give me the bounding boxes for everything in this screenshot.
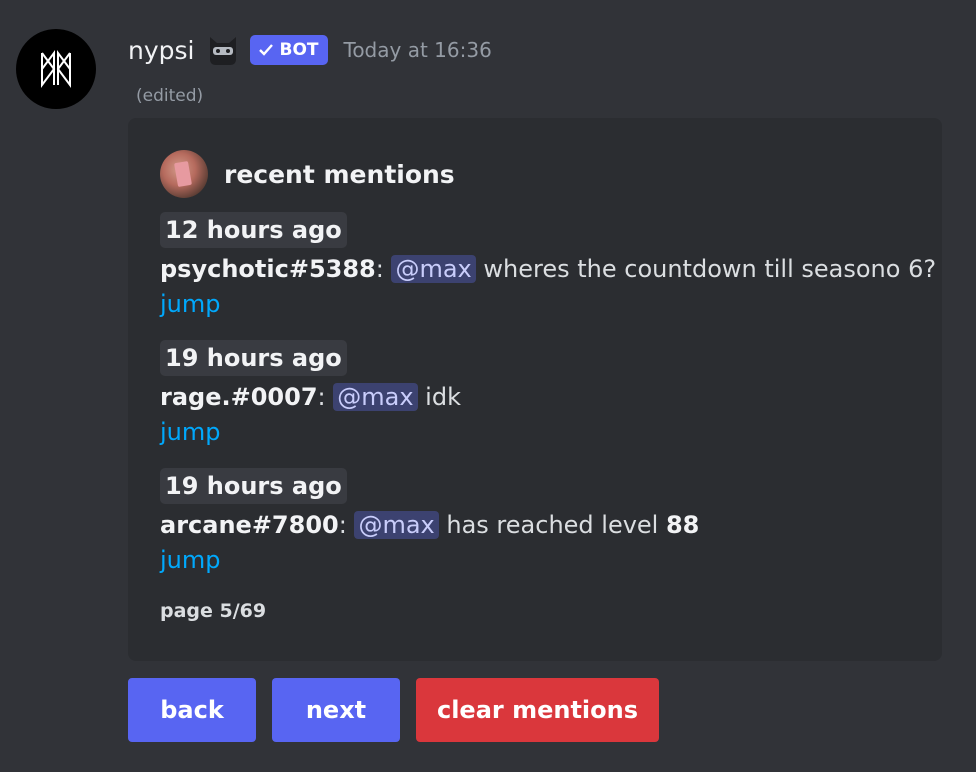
action-row: back next clear mentions (128, 678, 659, 742)
back-button[interactable]: back (128, 678, 256, 742)
bot-badge-label: BOT (279, 40, 319, 60)
user-mention[interactable]: @max (354, 511, 439, 539)
mention-author: arcane#7800 (160, 511, 339, 539)
mention-text: has reached level (438, 511, 666, 539)
jump-link[interactable]: jump (160, 414, 221, 450)
mention-time: 19 hours ago (160, 468, 347, 504)
user-mention[interactable]: @max (333, 383, 418, 411)
page-indicator: page 5/69 (160, 600, 267, 622)
verified-check-icon (259, 44, 274, 56)
mention-entry: 19 hours ago rage.#0007: @max idk jump (160, 340, 461, 450)
ninja-emoji-icon (210, 37, 237, 65)
embed-author: recent mentions (160, 150, 455, 198)
level-value: 88 (665, 511, 700, 539)
jump-link[interactable]: jump (160, 286, 221, 322)
mention-entry: 12 hours ago psychotic#5388: @max wheres… (160, 212, 936, 322)
embed-title: recent mentions (224, 159, 455, 189)
user-mention[interactable]: @max (391, 255, 476, 283)
mention-time: 12 hours ago (160, 212, 347, 248)
mention-time: 19 hours ago (160, 340, 347, 376)
mention-text: wheres the countdown till seasono 6? (475, 255, 937, 283)
bot-avatar[interactable] (16, 29, 96, 109)
clear-mentions-button[interactable]: clear mentions (416, 678, 659, 742)
nypsi-logo-icon (41, 50, 71, 88)
message-header: nypsi BOT Today at 16:36 (128, 30, 492, 70)
mention-entry: 19 hours ago arcane#7800: @max has reach… (160, 468, 699, 578)
mention-author: psychotic#5388 (160, 255, 376, 283)
mention-message: rage.#0007: @max idk (160, 383, 461, 411)
mentions-embed: recent mentions 12 hours ago psychotic#5… (128, 118, 942, 661)
message-timestamp[interactable]: Today at 16:36 (344, 38, 492, 62)
author-avatar (160, 150, 208, 198)
mention-author: rage.#0007 (160, 383, 318, 411)
username[interactable]: nypsi (128, 36, 194, 65)
jump-link[interactable]: jump (160, 542, 221, 578)
edited-label: (edited) (136, 86, 204, 106)
mention-message: arcane#7800: @max has reached level 88 (160, 511, 700, 539)
mention-text: idk (417, 383, 461, 411)
bot-badge: BOT (250, 35, 328, 65)
next-button[interactable]: next (272, 678, 400, 742)
mention-message: psychotic#5388: @max wheres the countdow… (160, 255, 937, 283)
